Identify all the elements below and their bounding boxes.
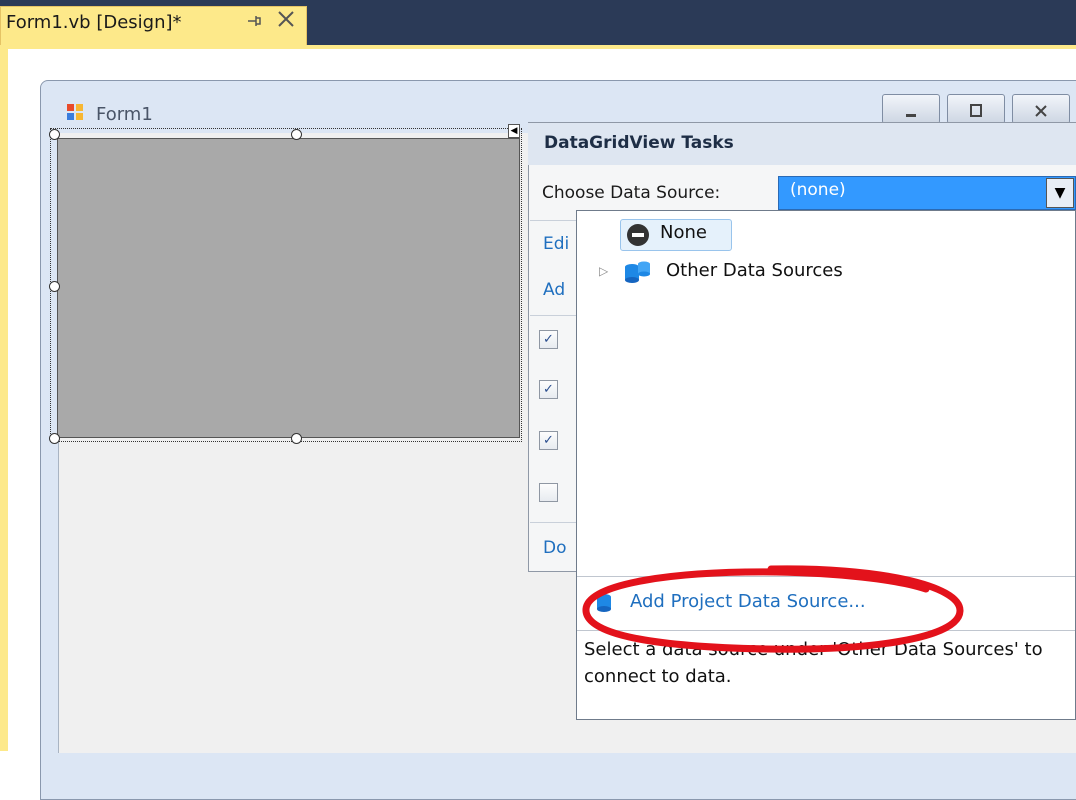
enable-column-reordering-checkbox[interactable] — [539, 483, 558, 502]
tab-title: Form1.vb [Design]* — [6, 12, 182, 33]
add-column-link[interactable]: Ad — [543, 280, 565, 300]
tree-item-other-data-sources[interactable]: Other Data Sources — [666, 260, 843, 281]
divider — [530, 220, 580, 221]
maximize-button[interactable] — [947, 94, 1005, 124]
enable-deleting-checkbox[interactable]: ✓ — [539, 431, 558, 450]
form-icon — [66, 103, 84, 121]
divider — [530, 315, 580, 316]
database-icon — [623, 259, 653, 285]
annotation-circle — [576, 563, 968, 657]
resize-handle-left[interactable] — [49, 281, 60, 292]
choose-data-source-label: Choose Data Source: — [542, 183, 721, 203]
resize-handle-bottom[interactable] — [291, 433, 302, 444]
dock-in-parent-link[interactable]: Do — [543, 538, 567, 558]
resize-handle-bottom-left[interactable] — [49, 433, 60, 444]
resize-handle-top[interactable] — [291, 129, 302, 140]
expand-arrow-icon[interactable]: ▷ — [599, 264, 608, 278]
enable-adding-checkbox[interactable]: ✓ — [539, 330, 558, 349]
tree-item-none-label: None — [660, 222, 707, 243]
close-button[interactable] — [1012, 94, 1070, 124]
pin-icon[interactable] — [246, 11, 262, 31]
form-title: Form1 — [96, 104, 153, 125]
data-source-value: (none) — [790, 180, 846, 200]
close-icon[interactable] — [276, 6, 296, 32]
tasks-title: DataGridView Tasks — [544, 133, 734, 153]
enable-editing-checkbox[interactable]: ✓ — [539, 380, 558, 399]
chevron-down-icon[interactable]: ▼ — [1046, 178, 1074, 208]
resize-handle-top-left[interactable] — [49, 129, 60, 140]
divider — [530, 522, 580, 523]
minimize-button[interactable] — [882, 94, 940, 124]
datagridview[interactable] — [57, 138, 520, 438]
edit-columns-link[interactable]: Edi — [543, 234, 569, 254]
smart-tag-glyph[interactable]: ◀ — [508, 124, 520, 138]
no-entry-icon — [627, 224, 649, 246]
